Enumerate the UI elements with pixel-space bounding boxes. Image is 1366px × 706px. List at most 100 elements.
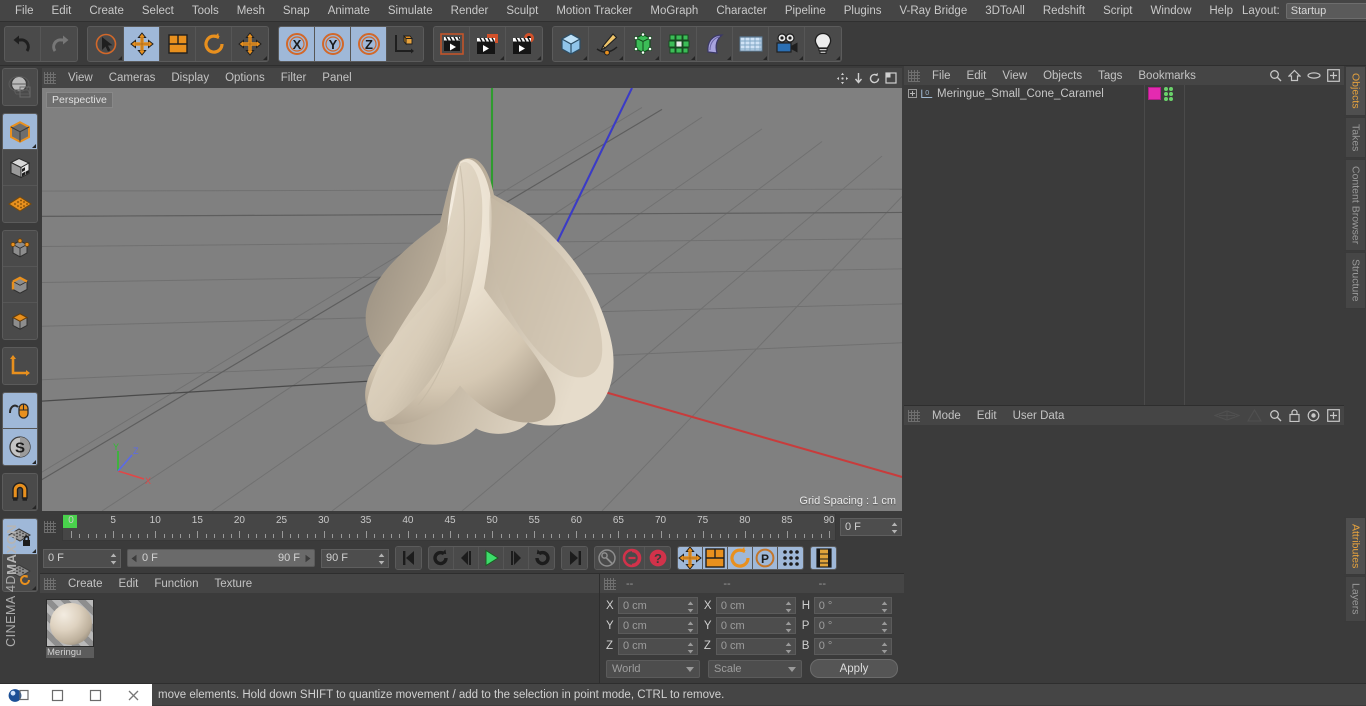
rotation-h-field[interactable]: 0 ° <box>813 597 892 614</box>
object-tag-column[interactable] <box>1144 85 1184 405</box>
spinner-icon[interactable] <box>110 553 117 565</box>
x-axis-lock[interactable]: X <box>279 26 315 61</box>
wing-left-icon[interactable] <box>1214 409 1240 422</box>
timeline-ruler[interactable]: 0 5 10 15 20 25 30 35 40 45 50 55 60 65 70 75 80 85 90 <box>62 513 836 541</box>
side-tab-content-browser[interactable]: Content Browser <box>1344 159 1366 252</box>
menu-snap[interactable]: Snap <box>274 0 319 22</box>
texture-mode-button[interactable] <box>3 150 37 186</box>
go-to-start-button[interactable] <box>396 547 421 569</box>
object-menu-edit[interactable]: Edit <box>959 66 995 86</box>
menu-file[interactable]: File <box>6 0 43 22</box>
attr-menu-edit[interactable]: Edit <box>969 406 1005 426</box>
rotation-key-button[interactable] <box>728 547 753 569</box>
object-menu-objects[interactable]: Objects <box>1035 66 1090 86</box>
side-tab-takes[interactable]: Takes <box>1344 116 1366 159</box>
more-options-corner-icon[interactable] <box>763 55 767 60</box>
menu-animate[interactable]: Animate <box>319 0 379 22</box>
coordinate-system-dropdown[interactable]: World <box>606 659 700 678</box>
layer-badge-icon[interactable]: 0 <box>920 87 934 100</box>
end-frame-field[interactable]: 90 F <box>321 548 389 568</box>
more-options-corner-icon[interactable] <box>619 55 623 60</box>
menu-help[interactable]: Help <box>1200 0 1242 22</box>
magnet-tool-button[interactable] <box>3 474 37 510</box>
apply-button[interactable]: Apply <box>810 659 898 679</box>
spinner-icon[interactable] <box>687 621 694 633</box>
spinner-icon[interactable] <box>785 642 792 654</box>
undo-button[interactable] <box>5 26 41 61</box>
add-spline-button[interactable] <box>589 26 625 61</box>
size-z-field[interactable]: 0 cm <box>715 637 796 655</box>
size-y-field[interactable]: 0 cm <box>715 617 796 635</box>
play-button[interactable] <box>479 547 504 569</box>
more-options-corner-icon[interactable] <box>691 55 695 60</box>
model-mode-button[interactable] <box>3 114 37 150</box>
target-icon[interactable] <box>1307 409 1320 422</box>
size-x-field[interactable]: 0 cm <box>715 597 796 614</box>
range-right-arrow-icon[interactable]: 90 F <box>278 552 312 564</box>
more-options-corner-icon[interactable] <box>836 55 840 60</box>
material-menu-function[interactable]: Function <box>146 574 206 594</box>
edges-mode-button[interactable] <box>3 267 37 303</box>
material-menu-create[interactable]: Create <box>60 574 111 594</box>
uv-mesh-mode-button[interactable] <box>3 186 37 222</box>
app-icon[interactable] <box>0 684 38 706</box>
more-options-corner-icon[interactable] <box>32 460 36 464</box>
more-options-corner-icon[interactable] <box>655 55 659 60</box>
more-options-corner-icon[interactable] <box>500 55 504 60</box>
menu-create[interactable]: Create <box>80 0 133 22</box>
layout-select[interactable]: Startup <box>1285 2 1366 19</box>
viewport-menu-display[interactable]: Display <box>163 68 217 88</box>
go-to-next-key-button[interactable] <box>529 547 554 569</box>
transform-mode-dropdown[interactable]: Scale <box>708 659 802 678</box>
z-axis-lock[interactable]: Z <box>351 26 387 61</box>
scale-tool[interactable] <box>160 26 196 61</box>
autokeying-button[interactable] <box>620 547 645 569</box>
timeline-filmstrip-button[interactable] <box>811 547 836 569</box>
rotate-view-icon[interactable] <box>868 72 881 85</box>
side-tab-layers[interactable]: Layers <box>1344 576 1366 622</box>
free-move-tool[interactable] <box>232 26 268 61</box>
menu-window[interactable]: Window <box>1141 0 1200 22</box>
lock-icon[interactable] <box>1289 409 1300 422</box>
range-left-arrow-icon[interactable]: 0 F <box>130 552 158 564</box>
more-options-corner-icon[interactable] <box>32 144 36 148</box>
object-manager-body[interactable]: 0 Meringue_Small_Cone_Caramel <box>904 85 1344 405</box>
object-manager-empty-area[interactable] <box>1184 85 1344 405</box>
frame-range-slider[interactable]: 0 F 90 F <box>127 549 315 567</box>
wing-right-icon[interactable] <box>1247 409 1262 422</box>
spinner-icon[interactable] <box>378 553 385 565</box>
viewport-menu-options[interactable]: Options <box>217 68 273 88</box>
make-editable-button[interactable] <box>3 69 37 105</box>
side-tab-objects[interactable]: Objects <box>1344 66 1366 116</box>
add-floor-button[interactable] <box>733 26 769 61</box>
viewport-menu-panel[interactable]: Panel <box>314 68 359 88</box>
menu-redshift[interactable]: Redshift <box>1034 0 1094 22</box>
point-level-animation-button[interactable] <box>778 547 803 569</box>
pan-icon[interactable] <box>836 72 849 85</box>
attribute-manager-body[interactable] <box>904 425 1344 683</box>
tag-row[interactable] <box>1145 85 1184 102</box>
panel-grip-icon[interactable] <box>604 577 616 590</box>
add-array-button[interactable] <box>661 26 697 61</box>
enable-snap-button[interactable] <box>3 393 37 429</box>
object-menu-file[interactable]: File <box>924 66 959 86</box>
viewport-menu-view[interactable]: View <box>60 68 101 88</box>
keyframe-selection-button[interactable]: ? <box>645 547 670 569</box>
more-options-corner-icon[interactable] <box>799 55 803 60</box>
object-row[interactable]: 0 Meringue_Small_Cone_Caramel <box>904 85 1144 102</box>
spinner-icon[interactable] <box>881 621 888 633</box>
axis-modify-button[interactable] <box>3 348 37 384</box>
menu-simulate[interactable]: Simulate <box>379 0 442 22</box>
menu-pipeline[interactable]: Pipeline <box>776 0 835 22</box>
record-active-objects-button[interactable] <box>595 547 620 569</box>
position-x-field[interactable]: 0 cm <box>617 597 698 614</box>
render-settings-button[interactable] <box>506 26 542 61</box>
object-menu-tags[interactable]: Tags <box>1090 66 1130 86</box>
viewport-menu-filter[interactable]: Filter <box>273 68 315 88</box>
move-tool[interactable] <box>124 26 160 61</box>
menu-sculpt[interactable]: Sculpt <box>497 0 547 22</box>
start-frame-field[interactable]: 0 F <box>43 548 121 568</box>
world-object-coordinate-toggle[interactable] <box>387 26 423 61</box>
go-to-end-button[interactable] <box>562 547 587 569</box>
rotate-tool[interactable] <box>196 26 232 61</box>
